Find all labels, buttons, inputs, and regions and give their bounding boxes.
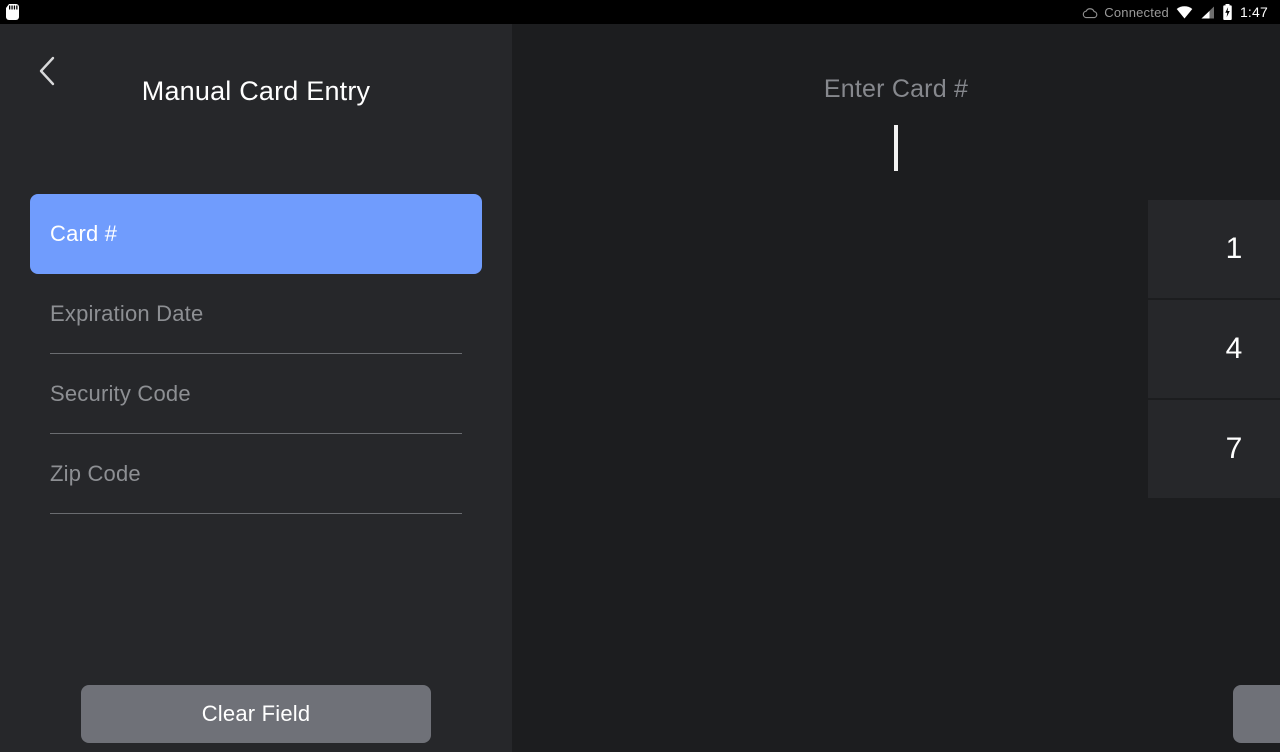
wifi-icon	[1176, 5, 1193, 19]
cloud-connection-indicator: Connected	[1082, 6, 1169, 19]
page-title: Manual Card Entry	[141, 76, 371, 106]
field-security-code-label: Security Code	[50, 381, 191, 406]
keypad-row: 4 5 6	[1148, 300, 1280, 400]
clear-field-button[interactable]: Clear Field	[81, 685, 431, 743]
field-expiration-date-label: Expiration Date	[50, 301, 204, 326]
sd-card-icon	[6, 4, 19, 20]
field-zip-code-label: Zip Code	[50, 461, 141, 486]
keypad-key-4[interactable]: 4	[1148, 300, 1280, 400]
status-bar-notifications	[6, 4, 19, 20]
keypad-row: 0	[1148, 500, 1280, 600]
numeric-keypad: 1 2 3 4 5 6 7 8 9 0	[1148, 200, 1280, 622]
field-zip-code[interactable]: Zip Code	[30, 434, 482, 514]
text-cursor	[894, 125, 898, 171]
card-entry-field-list: Card # Expiration Date Security Code Zip…	[30, 194, 482, 514]
battery-charging-icon	[1222, 4, 1233, 20]
field-card-number[interactable]: Card #	[30, 194, 482, 274]
entry-value-row[interactable]	[512, 120, 1280, 176]
manual-card-entry-screen: Connected 1:47 Manual Card Entry Card # …	[0, 0, 1280, 752]
right-panel: Enter Card # 1 2 3 4 5 6 7 8 9	[512, 24, 1280, 752]
entry-prompt-label: Enter Card #	[823, 75, 969, 103]
connection-status-label: Connected	[1104, 4, 1169, 20]
left-panel: Manual Card Entry Card # Expiration Date…	[0, 24, 512, 752]
field-expiration-date[interactable]: Expiration Date	[30, 274, 482, 354]
field-security-code[interactable]: Security Code	[30, 354, 482, 434]
field-underline	[50, 513, 462, 514]
status-bar: Connected 1:47	[0, 0, 1280, 24]
cellular-signal-icon	[1200, 6, 1215, 19]
keypad-key-1[interactable]: 1	[1148, 200, 1280, 300]
status-bar-indicators: Connected 1:47	[1082, 4, 1272, 20]
cloud-icon	[1082, 6, 1098, 19]
field-card-number-label: Card #	[50, 221, 118, 246]
keypad-row: 1 2 3	[1148, 200, 1280, 300]
clock-label: 1:47	[1239, 4, 1268, 20]
keypad-row: 7 8 9	[1148, 400, 1280, 500]
keypad-key-blank	[1148, 500, 1280, 600]
done-button[interactable]: Done	[1233, 685, 1280, 743]
keypad-key-7[interactable]: 7	[1148, 400, 1280, 500]
